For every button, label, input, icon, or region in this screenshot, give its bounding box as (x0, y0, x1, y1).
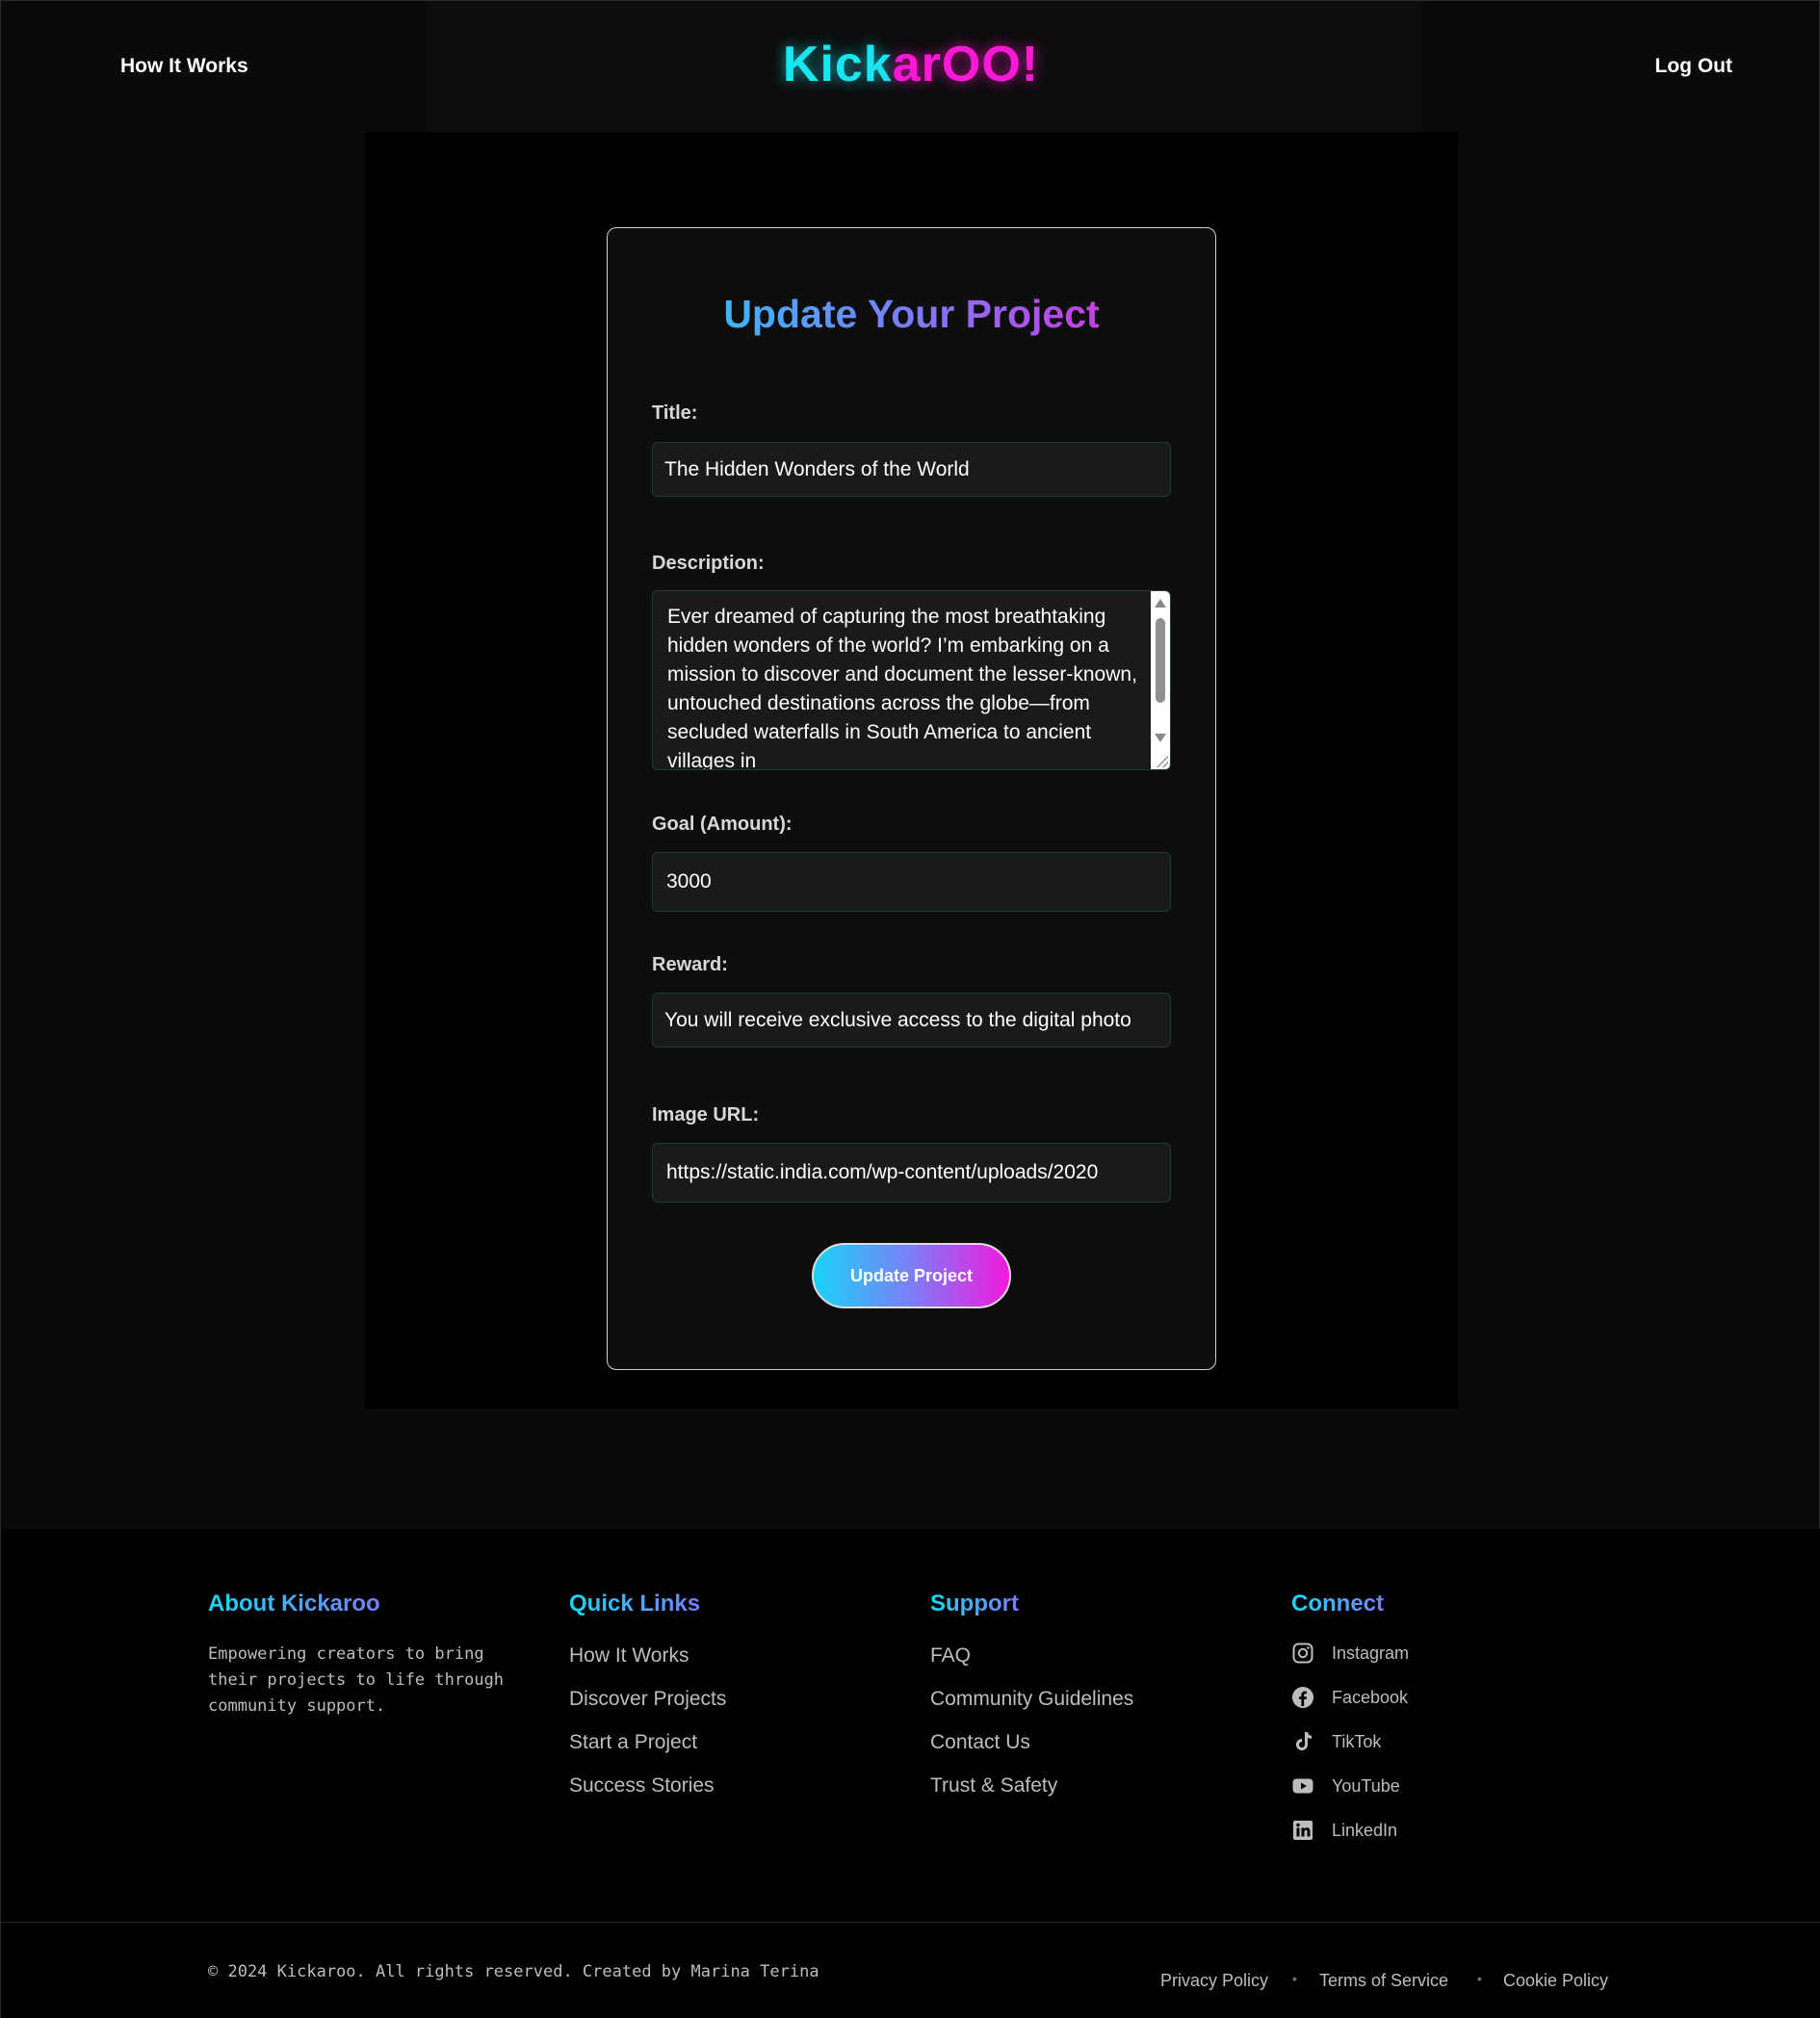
title-input-value: The Hidden Wonders of the World (664, 457, 970, 480)
image-url-input-value: https://static.india.com/wp-content/uplo… (666, 1161, 1099, 1183)
reward-input-value: You will receive exclusive access to the… (664, 1008, 1131, 1031)
footer-support-title: Support (930, 1591, 1019, 1617)
social-linkedin[interactable]: LinkedIn (1291, 1819, 1397, 1842)
site-footer: About Kickaroo Empowering creators to br… (1, 1529, 1820, 2018)
title-input[interactable]: The Hidden Wonders of the World (652, 442, 1171, 497)
footer-divider (1, 1922, 1820, 1923)
update-project-form: Update Your Project Title: The Hidden Wo… (607, 227, 1216, 1370)
scroll-down-arrow-icon[interactable] (1155, 734, 1166, 742)
footer-connect-title: Connect (1291, 1591, 1384, 1617)
youtube-icon (1292, 1778, 1313, 1794)
form-title: Update Your Project (608, 292, 1215, 337)
social-facebook-label: Facebook (1332, 1687, 1409, 1707)
footer-link-discover-projects[interactable]: Discover Projects (569, 1688, 726, 1711)
footer-link-community-guidelines[interactable]: Community Guidelines (930, 1688, 1133, 1711)
goal-label: Goal (Amount): (652, 814, 793, 835)
description-textarea[interactable]: Ever dreamed of capturing the most breat… (652, 590, 1171, 770)
social-instagram-label: Instagram (1332, 1643, 1410, 1663)
logo-part-2: arOO! (892, 37, 1040, 92)
footer-separator: • (1477, 1971, 1482, 1986)
footer-link-how-it-works[interactable]: How It Works (569, 1644, 689, 1668)
scroll-thumb[interactable] (1156, 618, 1165, 703)
social-instagram[interactable]: Instagram (1291, 1642, 1409, 1665)
social-youtube[interactable]: YouTube (1291, 1774, 1400, 1798)
social-tiktok[interactable]: TikTok (1291, 1730, 1381, 1753)
social-youtube-label: YouTube (1332, 1775, 1400, 1796)
footer-about-title: About Kickaroo (208, 1591, 380, 1617)
tiktok-icon (1296, 1732, 1312, 1750)
footer-about-text: Empowering creators to bring their proje… (208, 1644, 505, 1716)
goal-input-value: 3000 (666, 870, 712, 893)
footer-link-success-stories[interactable]: Success Stories (569, 1774, 715, 1798)
update-project-button[interactable]: Update Project (812, 1243, 1011, 1308)
footer-link-contact-us[interactable]: Contact Us (930, 1731, 1030, 1754)
footer-link-faq[interactable]: FAQ (930, 1644, 971, 1668)
social-facebook[interactable]: Facebook (1291, 1686, 1408, 1709)
description-scrollbar[interactable] (1151, 591, 1170, 769)
footer-copyright: © 2024 Kickaroo. All rights reserved. Cr… (208, 1962, 819, 1981)
footer-separator: • (1292, 1971, 1297, 1986)
reward-label: Reward: (652, 954, 728, 975)
footer-terms-of-service[interactable]: Terms of Service (1319, 1971, 1448, 1991)
social-tiktok-label: TikTok (1332, 1731, 1382, 1751)
image-url-input[interactable]: https://static.india.com/wp-content/uplo… (652, 1143, 1171, 1203)
footer-cookie-policy[interactable]: Cookie Policy (1503, 1971, 1608, 1991)
image-url-label: Image URL: (652, 1104, 760, 1125)
footer-link-trust-safety[interactable]: Trust & Safety (930, 1774, 1057, 1798)
footer-privacy-policy[interactable]: Privacy Policy (1160, 1971, 1268, 1991)
site-header: How It Works KickarOO! Log Out (1, 1, 1820, 142)
description-label: Description: (652, 553, 765, 574)
facebook-icon (1292, 1687, 1313, 1708)
footer-link-start-project[interactable]: Start a Project (569, 1731, 697, 1754)
linkedin-icon (1293, 1821, 1313, 1840)
title-label: Title: (652, 402, 698, 424)
reward-input[interactable]: You will receive exclusive access to the… (652, 993, 1171, 1048)
site-logo[interactable]: KickarOO! (1, 36, 1820, 93)
logo-part-1: Kick (782, 37, 893, 92)
social-linkedin-label: LinkedIn (1332, 1820, 1398, 1840)
instagram-icon (1292, 1643, 1313, 1664)
nav-log-out[interactable]: Log Out (1655, 55, 1732, 78)
scroll-up-arrow-icon[interactable] (1155, 599, 1166, 608)
goal-input[interactable]: 3000 (652, 852, 1171, 912)
description-textarea-value: Ever dreamed of capturing the most breat… (667, 606, 1137, 770)
footer-quick-links-title: Quick Links (569, 1591, 701, 1617)
resize-grip-icon[interactable] (1157, 756, 1168, 767)
